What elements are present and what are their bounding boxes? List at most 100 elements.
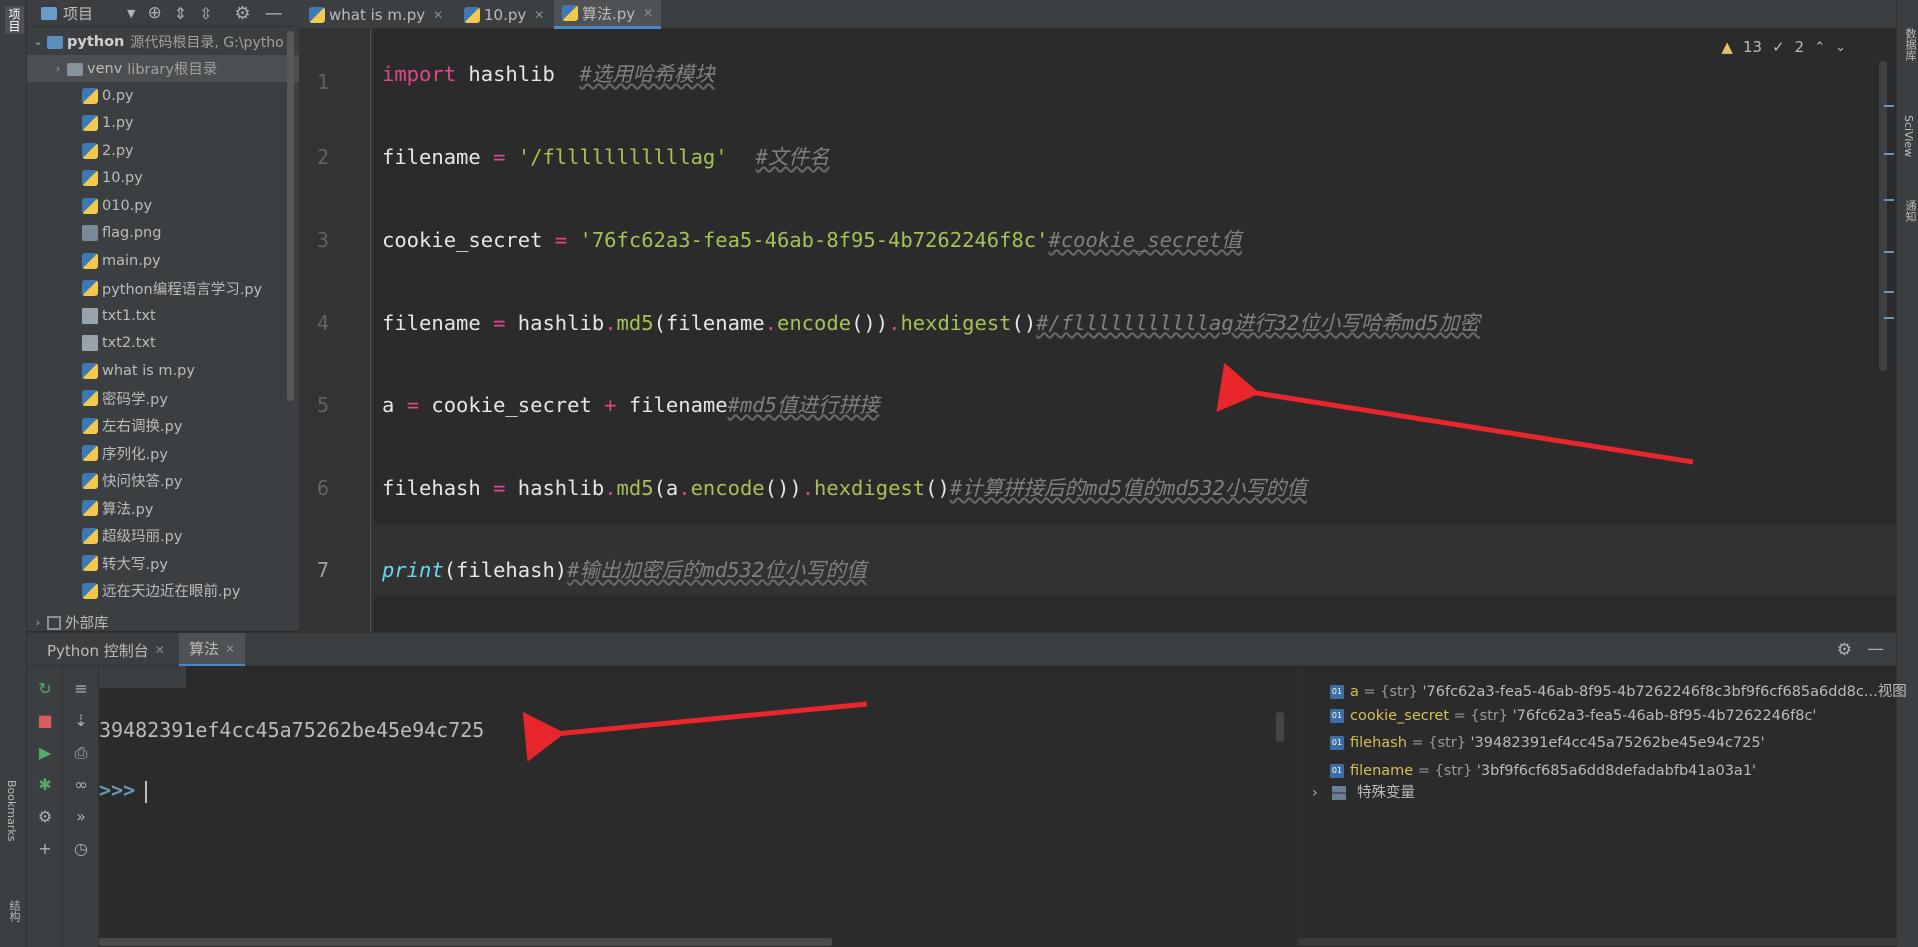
identifier: filename — [616, 393, 728, 417]
tree-item-file[interactable]: 远在天边近在眼前.py — [27, 577, 299, 604]
tab-suanfa-console[interactable]: 算法 ✕ — [179, 633, 246, 667]
expand-all-icon[interactable]: ⇕ — [174, 4, 187, 23]
scroll-end-icon[interactable]: ⇣ — [70, 710, 92, 732]
locate-icon[interactable]: ⊕ — [147, 3, 161, 23]
tree-item-label: 2.py — [102, 142, 134, 159]
tree-item-external-libraries[interactable]: › 外部库 — [27, 609, 299, 631]
tree-item-file[interactable]: flag.png — [27, 220, 299, 247]
close-icon[interactable]: ✕ — [534, 8, 544, 22]
glasses-icon[interactable]: ∞ — [70, 774, 92, 796]
variable-row[interactable]: 01 cookie_secret = {str} '76fc62a3-fea5-4… — [1330, 708, 1816, 724]
console-hscrollbar[interactable] — [99, 938, 832, 946]
collapse-all-icon[interactable]: ⇳ — [199, 4, 212, 23]
function-call: hexdigest — [900, 311, 1012, 335]
variable-row[interactable]: 01 filename = {str} '3bf9f6cf685a6dd8defa… — [1330, 763, 1756, 779]
history-icon[interactable]: » — [70, 806, 92, 828]
project-scrollbar[interactable] — [287, 31, 294, 401]
string-type-icon: 01 — [1330, 685, 1344, 699]
tab-10-py[interactable]: 10.py ✕ — [456, 0, 552, 29]
operator: . — [604, 311, 617, 335]
database-tool-window-button[interactable]: 数据库 — [1902, 28, 1918, 61]
tree-item-label: 1.py — [102, 115, 134, 131]
tree-item-file[interactable]: 左右调换.py — [27, 412, 299, 439]
special-variables-node[interactable]: › 特殊变量 — [1312, 781, 1415, 802]
code-editor[interactable]: 1 2 3 4 5 6 7 import hashlib #选用哈希模块 fil… — [299, 29, 1896, 632]
close-icon[interactable]: ✕ — [433, 8, 443, 22]
tree-item-file[interactable]: txt1.txt — [27, 302, 299, 329]
tree-item-file[interactable]: main.py — [27, 247, 299, 274]
tab-suanfa-py[interactable]: 算法.py ✕ — [554, 0, 662, 29]
sciview-tool-window-button[interactable]: SciView — [1902, 115, 1915, 157]
tab-what-is-m[interactable]: what is m.py ✕ — [301, 0, 451, 29]
close-icon[interactable]: ✕ — [643, 6, 653, 20]
chevron-down-icon[interactable]: ⌄ — [31, 35, 45, 48]
tree-item-file[interactable]: python编程语言学习.py — [27, 275, 299, 302]
settings-icon[interactable]: ⚙ — [34, 806, 56, 828]
soft-wrap-icon[interactable]: ≡ — [70, 678, 92, 700]
close-icon[interactable]: ✕ — [225, 642, 235, 656]
tree-item-file[interactable]: 2.py — [27, 137, 299, 164]
tree-item-file[interactable]: 10.py — [27, 165, 299, 192]
minimize-icon[interactable]: — — [1867, 639, 1884, 659]
chevron-down-icon[interactable]: ⌄ — [1835, 40, 1846, 55]
gear-icon[interactable]: ⚙ — [235, 3, 251, 24]
tree-item-file[interactable]: 序列化.py — [27, 440, 299, 467]
python-file-icon — [82, 87, 98, 104]
clock-icon[interactable]: ◷ — [70, 838, 92, 860]
bookmarks-tool-window-button[interactable]: Bookmarks — [5, 780, 18, 841]
python-file-icon — [82, 582, 98, 599]
structure-tool-window-button[interactable]: 结构 — [6, 900, 22, 922]
operator: . — [888, 311, 901, 335]
chevron-up-icon[interactable]: ⌃ — [1814, 40, 1825, 55]
python-file-icon — [82, 555, 98, 571]
notifications-tool-window-button[interactable]: 通知 — [1902, 200, 1918, 222]
minimize-icon[interactable]: — — [265, 3, 283, 24]
chevron-right-icon[interactable]: › — [1312, 785, 1318, 801]
tree-item-file[interactable]: 转大写.py — [27, 550, 299, 577]
add-icon[interactable]: + — [34, 838, 56, 860]
gear-icon[interactable]: ⚙ — [1837, 640, 1852, 660]
python-console[interactable]: 39482391ef4cc45a75262be45e94c725 >>> — [99, 666, 1296, 947]
tree-item-file[interactable]: what is m.py — [27, 357, 299, 384]
identifier: cookie_secret — [382, 228, 555, 252]
weak-warning-count: 2 — [1794, 38, 1805, 56]
variables-panel: 01 a = {str} '76fc62a3-fea5-46ab-8f95-4b7… — [1297, 666, 1907, 947]
chevron-right-icon[interactable]: › — [31, 616, 45, 629]
variables-hscrollbar[interactable] — [1298, 938, 1897, 946]
run-icon[interactable]: ▶ — [34, 742, 56, 764]
close-icon[interactable]: ✕ — [155, 643, 165, 657]
python-file-icon — [82, 527, 98, 544]
print-icon[interactable]: ⎙ — [70, 742, 92, 764]
operator: + — [604, 393, 617, 417]
variable-row[interactable]: 01 a = {str} '76fc62a3-fea5-46ab-8f95-4b7… — [1330, 680, 1907, 701]
rerun-icon[interactable]: ↻ — [34, 678, 56, 700]
project-tool-window-button[interactable]: 项目 — [5, 6, 24, 34]
tree-item-file[interactable]: 算法.py — [27, 495, 299, 522]
tree-item-file[interactable]: 1.py — [27, 110, 299, 137]
console-scrollbar[interactable] — [1276, 712, 1284, 742]
chevron-right-icon[interactable]: › — [51, 62, 65, 75]
tree-item-file[interactable]: 0.py — [27, 82, 299, 109]
chevron-down-icon[interactable]: ▼ — [127, 7, 135, 20]
tree-item-venv[interactable]: › venv library根目录 — [27, 55, 299, 82]
identifier: () — [925, 476, 950, 500]
console-input-line[interactable]: >>> — [99, 778, 148, 803]
python-file-icon — [82, 472, 98, 489]
project-panel-title[interactable]: 项目 — [63, 3, 93, 24]
variable-row[interactable]: 01 filehash = {str} '39482391ef4cc45a7526… — [1330, 735, 1765, 751]
inspection-widget[interactable]: ▲ 13 ✓ 2 ⌃ ⌄ — [1721, 38, 1846, 56]
python-file-icon — [82, 390, 98, 406]
identifier: ()) — [764, 476, 802, 500]
debug-icon[interactable]: ✱ — [34, 774, 56, 796]
python-file-icon — [464, 6, 480, 23]
tree-item-file[interactable]: 快问快答.py — [27, 467, 299, 494]
stop-icon[interactable]: ■ — [34, 710, 56, 732]
tree-root[interactable]: ⌄ python 源代码根目录, G:\pytho — [27, 28, 299, 55]
tab-python-console[interactable]: Python 控制台 ✕ — [37, 633, 175, 667]
warning-count: 13 — [1742, 38, 1763, 56]
tree-item-file[interactable]: 010.py — [27, 192, 299, 219]
tree-item-file[interactable]: txt2.txt — [27, 330, 299, 357]
editor-scrollbar[interactable] — [1879, 61, 1887, 371]
tree-item-file[interactable]: 超级玛丽.py — [27, 522, 299, 549]
tree-item-file[interactable]: 密码学.py — [27, 385, 299, 412]
